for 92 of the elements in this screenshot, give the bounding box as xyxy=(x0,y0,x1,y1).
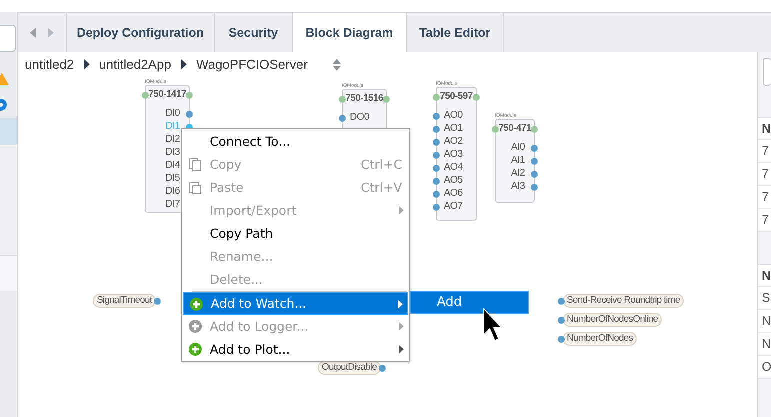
connector-dot-icon[interactable] xyxy=(531,126,538,133)
connector-dot-icon[interactable] xyxy=(339,115,346,122)
breadcrumb-item[interactable]: untitled2App xyxy=(99,57,172,72)
port-label[interactable]: DI5 xyxy=(166,173,180,185)
port-label[interactable]: DO0 xyxy=(350,112,370,124)
table-cell: S xyxy=(758,287,771,310)
port-label[interactable]: AO7 xyxy=(444,201,463,213)
connector-dot-icon[interactable] xyxy=(531,171,538,178)
port-label[interactable]: AO1 xyxy=(444,123,463,135)
connector-dot-icon[interactable] xyxy=(558,336,565,342)
plus-icon xyxy=(190,298,203,312)
menu-item[interactable]: Add to Plot... xyxy=(183,338,408,361)
module-block[interactable]: 750-471 AI0 AI1 AI2 AI3 xyxy=(495,119,535,203)
signal-tag[interactable]: NumberOfNodesOnline xyxy=(563,313,662,327)
shortcut-label: Ctrl+V xyxy=(361,180,402,195)
module-title: 750-471 xyxy=(498,123,532,134)
module-title: 750-597 xyxy=(439,91,474,102)
port-label[interactable]: AO2 xyxy=(444,136,463,148)
connector-dot-icon[interactable] xyxy=(433,126,440,133)
port-label[interactable]: DI2 xyxy=(166,134,180,146)
plus-icon xyxy=(189,343,202,357)
input-field[interactable] xyxy=(763,58,771,86)
port-label[interactable]: AI3 xyxy=(511,181,525,193)
connector-dot-icon[interactable] xyxy=(379,364,386,372)
connector-dot-icon[interactable] xyxy=(531,145,538,152)
breadcrumb-item[interactable]: untitled2 xyxy=(25,57,74,72)
paste-icon xyxy=(189,181,202,195)
port-label[interactable]: AO6 xyxy=(444,188,463,200)
connector-dot-icon[interactable] xyxy=(433,191,440,198)
search-field[interactable] xyxy=(0,25,16,52)
copy-icon xyxy=(189,158,202,172)
warning-icon xyxy=(0,72,9,86)
connector-dot-icon[interactable] xyxy=(531,184,538,191)
info-icon xyxy=(0,98,9,112)
connector-dot-icon[interactable] xyxy=(433,204,440,211)
connector-dot-icon[interactable] xyxy=(154,298,162,304)
table-cell: N xyxy=(758,310,771,333)
table-cell: O xyxy=(758,356,771,379)
port-label[interactable]: AO4 xyxy=(444,162,463,174)
connector-dot-icon[interactable] xyxy=(433,152,440,159)
menu-item[interactable]: Add to Watch... xyxy=(183,292,408,315)
arrow-left-icon[interactable] xyxy=(29,26,37,38)
plus-icon xyxy=(189,320,202,334)
table-cell: 7 xyxy=(758,163,771,186)
column-header: N xyxy=(758,118,771,140)
port-label[interactable]: AO3 xyxy=(444,149,463,161)
table-cell: 7 xyxy=(758,209,771,232)
connector-dot-icon[interactable] xyxy=(558,316,565,324)
connector-dot-icon[interactable] xyxy=(142,92,149,99)
port-label[interactable]: AI1 xyxy=(511,155,525,167)
sort-icon[interactable] xyxy=(332,58,341,70)
connector-dot-icon[interactable] xyxy=(531,158,538,165)
connector-dot-icon[interactable] xyxy=(186,92,193,99)
port-label[interactable]: DI0 xyxy=(166,108,180,120)
connector-dot-icon[interactable] xyxy=(433,94,440,101)
port-label[interactable]: DI4 xyxy=(166,160,180,172)
module-title: 750-1417 xyxy=(148,89,188,100)
port-label[interactable]: AI0 xyxy=(511,142,525,154)
signal-tag[interactable]: Send-Receive Roundtrip time xyxy=(563,294,684,308)
port-label[interactable]: DI7 xyxy=(166,199,180,211)
module-block[interactable]: 750-597 AO0 AO1 AO2 AO3 AO4 AO5 AO6 AO7 xyxy=(436,87,477,221)
connector-dot-icon[interactable] xyxy=(433,139,440,146)
connector-dot-icon[interactable] xyxy=(433,165,440,172)
connector-dot-icon[interactable] xyxy=(383,96,390,103)
arrow-right-icon[interactable] xyxy=(47,26,55,38)
connector-dot-icon[interactable] xyxy=(492,126,499,133)
port-label[interactable]: AO0 xyxy=(444,110,463,122)
table-cell: 7 xyxy=(758,186,771,209)
port-label[interactable]: DI6 xyxy=(166,186,180,198)
port-label[interactable]: AI2 xyxy=(511,168,525,180)
table-cell: 7 xyxy=(758,140,771,163)
breadcrumb-item[interactable]: WagoPFCIOServer xyxy=(196,57,308,72)
port-label[interactable]: AO5 xyxy=(444,175,463,187)
port-label[interactable]: DI3 xyxy=(166,147,180,159)
triangle-right-icon xyxy=(83,59,90,70)
connector-dot-icon[interactable] xyxy=(558,298,565,304)
shortcut-label: Ctrl+C xyxy=(361,157,402,172)
signal-tag[interactable]: OutputDisable xyxy=(318,361,382,375)
column-header: N xyxy=(758,265,771,287)
menu-item[interactable]: Add xyxy=(410,291,529,314)
connector-dot-icon[interactable] xyxy=(433,113,440,120)
menu-item[interactable]: Copy Path xyxy=(183,222,408,245)
table-cell: N xyxy=(758,333,771,356)
tab[interactable]: Block Diagram xyxy=(293,13,407,53)
triangle-right-icon xyxy=(180,59,188,70)
connector-dot-icon[interactable] xyxy=(339,96,346,103)
connector-dot-icon[interactable] xyxy=(433,178,440,185)
connector-dot-icon[interactable] xyxy=(473,94,480,101)
connector-dot-icon[interactable] xyxy=(186,111,193,118)
signal-tag[interactable]: SignalTimeout xyxy=(93,294,156,308)
signal-tag[interactable]: NumberOfNodes xyxy=(563,332,638,346)
module-title: 750-1516 xyxy=(344,93,384,104)
